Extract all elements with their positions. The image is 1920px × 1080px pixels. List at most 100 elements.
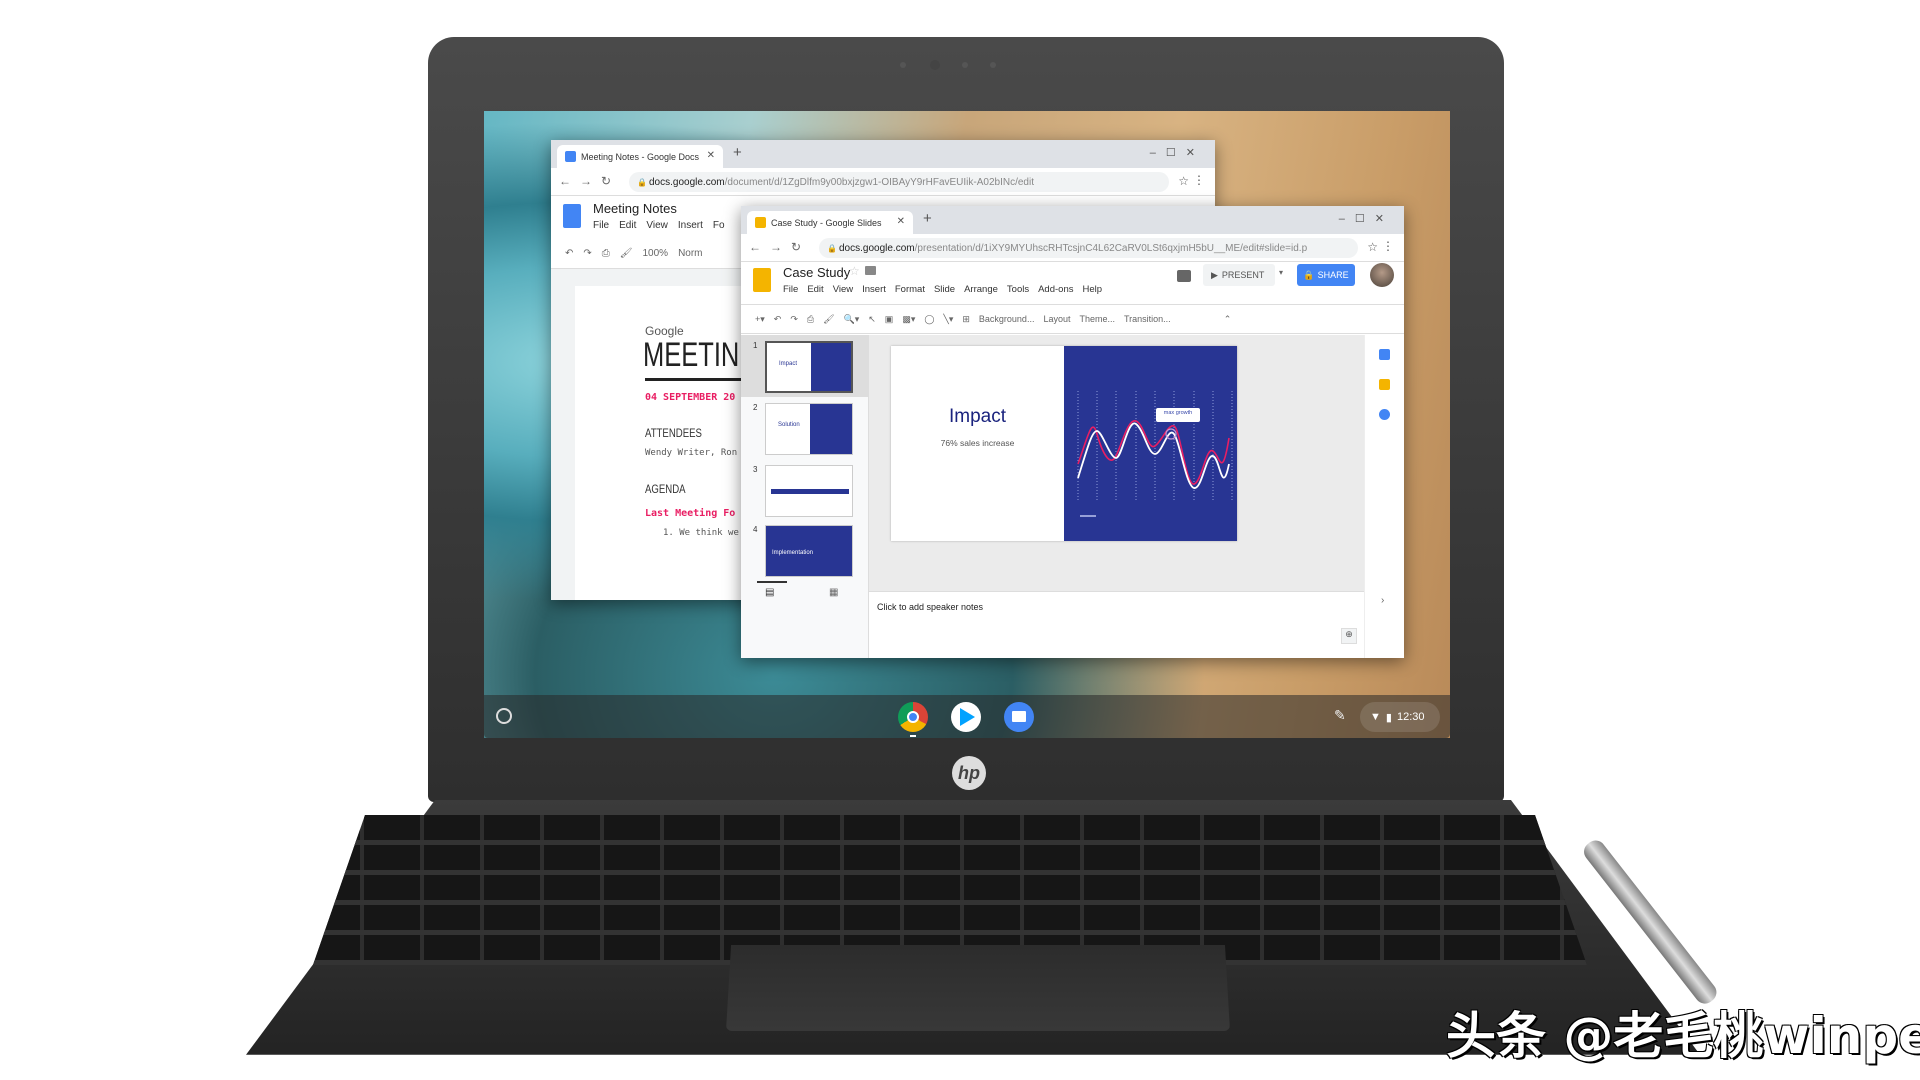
comments-icon[interactable] <box>1177 270 1191 282</box>
files-app-icon[interactable] <box>1004 702 1034 732</box>
slide-title[interactable]: Impact <box>891 406 1064 428</box>
tasks-icon[interactable] <box>1379 409 1390 420</box>
slide-thumbnail-1[interactable]: Impact <box>765 341 853 393</box>
url-input[interactable]: 🔒 docs.google.com/presentation/d/1iXY9MYU… <box>819 238 1358 258</box>
menu-file[interactable]: File <box>783 284 798 295</box>
text-box-icon[interactable]: ▣ <box>885 314 894 325</box>
new-tab-button[interactable]: + <box>923 210 932 227</box>
play-store-app-icon[interactable] <box>951 702 981 732</box>
url-input[interactable]: 🔒 docs.google.com/document/d/1ZgDlfm9y00b… <box>629 172 1169 192</box>
slide-number: 2 <box>753 403 758 412</box>
battery-icon: ▮ <box>1385 711 1392 724</box>
url-path: /presentation/d/1iXY9MYUhscRHTcsjnC4L62C… <box>914 242 1308 254</box>
launcher-button[interactable] <box>496 708 512 724</box>
nav-buttons[interactable]: ←→↻ <box>559 174 620 188</box>
stylus-tools-icon[interactable]: ✎ <box>1334 707 1346 724</box>
nav-buttons[interactable]: ←→↻ <box>749 240 810 254</box>
menu-insert[interactable]: Insert <box>862 284 886 295</box>
comment-add-icon[interactable]: ⊞ <box>962 314 970 325</box>
browser-tab[interactable]: Meeting Notes - Google Docs ✕ <box>557 145 723 168</box>
zoom-icon[interactable]: 🔍▾ <box>844 314 860 325</box>
slide-subtitle[interactable]: 76% sales increase <box>891 438 1064 448</box>
slides-toolbar: +▾ ↶ ↷ ⎙ 🖌 🔍▾ ↖ ▣ ▩▾ ◯ ╲▾ ⊞ Background... Layout Them… <box>741 304 1404 334</box>
slide-illustration[interactable]: max growth <box>1064 346 1237 541</box>
menu-slide[interactable]: Slide <box>934 284 955 295</box>
current-slide[interactable]: Impact 76% sales increase max growth <box>891 346 1237 541</box>
star-icon[interactable]: ☆ <box>849 264 860 278</box>
status-tray[interactable]: ▼ ▮ 12:30 <box>1360 702 1440 732</box>
slide-thumbnail-4[interactable]: Implementation <box>765 525 853 577</box>
grid-view-icon[interactable]: ▦ <box>829 587 838 598</box>
webcam <box>900 60 1030 70</box>
bookmark-star-icon[interactable]: ☆ <box>1367 240 1378 254</box>
keep-icon[interactable] <box>1379 379 1390 390</box>
close-tab-icon[interactable]: ✕ <box>897 216 905 227</box>
line-icon[interactable]: ╲▾ <box>943 314 953 325</box>
avatar[interactable] <box>1370 263 1394 287</box>
slides-logo-icon[interactable] <box>753 268 771 292</box>
menu-tools[interactable]: Tools <box>1007 284 1029 295</box>
new-tab-button[interactable]: + <box>733 144 742 161</box>
theme-button[interactable]: Theme... <box>1079 314 1115 324</box>
menu-edit[interactable]: Edit <box>807 284 823 295</box>
calendar-icon[interactable] <box>1379 349 1390 360</box>
style-select[interactable]: Norm <box>678 248 702 259</box>
menu-format[interactable]: Format <box>895 284 925 295</box>
menu-addons[interactable]: Add-ons <box>1038 284 1073 295</box>
shape-icon[interactable]: ◯ <box>924 314 934 325</box>
window-controls[interactable]: –☐✕ <box>1150 146 1205 159</box>
transition-button[interactable]: Transition... <box>1124 314 1171 324</box>
slide-thumbnail-3[interactable] <box>765 465 853 517</box>
menu-arrange[interactable]: Arrange <box>964 284 998 295</box>
window-controls[interactable]: –☐✕ <box>1339 212 1394 225</box>
share-button[interactable]: 🔒 SHARE <box>1297 264 1355 286</box>
presentation-title[interactable]: Case Study <box>783 265 850 280</box>
browser-tab[interactable]: Case Study - Google Slides ✕ <box>747 211 913 234</box>
speaker-notes[interactable]: Click to add speaker notes ⊕ <box>869 591 1364 658</box>
menu-view[interactable]: View <box>646 220 668 231</box>
docs-logo-icon[interactable] <box>563 204 581 228</box>
lock-icon: 🔒 <box>637 177 647 187</box>
redo-icon[interactable]: ↷ <box>583 248 591 259</box>
menu-insert[interactable]: Insert <box>678 220 703 231</box>
menu-kebab-icon[interactable]: ⋮ <box>1382 239 1394 253</box>
keyboard-rows <box>313 815 1587 965</box>
undo-icon[interactable]: ↶ <box>565 248 573 259</box>
image-icon[interactable]: ▩▾ <box>902 314 915 325</box>
filmstrip-view-icon[interactable]: ▤ <box>765 587 774 598</box>
view-indicator <box>757 581 787 583</box>
paint-format-icon[interactable]: 🖌 <box>620 248 633 259</box>
filmstrip: 1 Impact 2 Solution 3 4 Implementation ▤… <box>741 335 869 658</box>
new-slide-icon[interactable]: +▾ <box>755 314 765 325</box>
menu-edit[interactable]: Edit <box>619 220 636 231</box>
url-host: docs.google.com <box>649 176 725 188</box>
close-tab-icon[interactable]: ✕ <box>707 150 715 161</box>
menu-view[interactable]: View <box>833 284 853 295</box>
undo-icon[interactable]: ↶ <box>774 314 782 325</box>
present-button[interactable]: ▶ PRESENT <box>1203 264 1275 286</box>
tab-strip: Meeting Notes - Google Docs ✕ + –☐✕ <box>551 140 1215 168</box>
select-icon[interactable]: ↖ <box>868 314 876 325</box>
chrome-app-icon[interactable] <box>898 702 928 732</box>
slide-number: 3 <box>753 465 758 474</box>
background-button[interactable]: Background... <box>979 314 1035 324</box>
bookmark-star-icon[interactable]: ☆ <box>1178 174 1189 188</box>
layout-button[interactable]: Layout <box>1043 314 1070 324</box>
collapse-toolbar-icon[interactable]: ⌃ <box>1224 314 1232 325</box>
folder-icon[interactable] <box>865 266 876 275</box>
print-icon[interactable]: ⎙ <box>602 248 610 259</box>
print-icon[interactable]: ⎙ <box>807 314 814 325</box>
zoom-select[interactable]: 100% <box>642 248 668 259</box>
menu-file[interactable]: File <box>593 220 609 231</box>
expand-panel-icon[interactable]: › <box>1381 595 1384 606</box>
chromeos-shelf: ✎ ▼ ▮ 12:30 <box>484 695 1450 738</box>
paint-format-icon[interactable]: 🖌 <box>823 314 834 325</box>
redo-icon[interactable]: ↷ <box>790 314 798 325</box>
menu-help[interactable]: Help <box>1082 284 1102 295</box>
explore-button[interactable]: ⊕ <box>1341 628 1357 644</box>
menu-kebab-icon[interactable]: ⋮ <box>1193 173 1205 187</box>
present-dropdown-icon[interactable]: ▾ <box>1279 268 1283 277</box>
doc-title[interactable]: Meeting Notes <box>593 201 677 216</box>
menu-format[interactable]: Fo <box>713 220 725 231</box>
slide-thumbnail-2[interactable]: Solution <box>765 403 853 455</box>
